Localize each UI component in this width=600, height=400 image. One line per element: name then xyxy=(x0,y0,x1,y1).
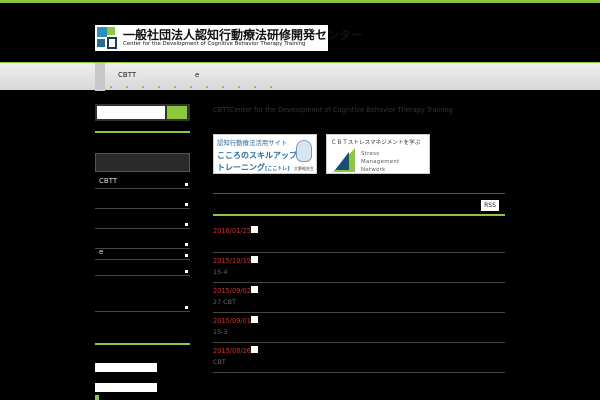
banner-word: Network xyxy=(361,167,386,173)
news-item[interactable]: 2015/09/01 15-3 xyxy=(213,315,505,343)
search-button[interactable] xyxy=(167,106,187,119)
news-item[interactable]: 2015/08/26 CBT xyxy=(213,345,505,373)
news-item[interactable]: 2015/10/19 15-4 xyxy=(213,255,505,283)
banner-word: Management xyxy=(361,159,400,165)
page-title: CBTTCenter for the Development of Cognit… xyxy=(213,106,453,114)
new-badge-icon xyxy=(251,256,258,263)
banner-word: Stress xyxy=(361,151,380,157)
banner-name: 大野裕先生 xyxy=(294,166,314,171)
news-date: 2015/09/01 xyxy=(213,317,252,325)
banner-title: ＣＢＴストレスマネジメントを学ぶ xyxy=(331,140,421,146)
logo-subtitle: Center for the Development of Cognitive … xyxy=(123,41,306,47)
news-text[interactable]: 27 CBT xyxy=(213,298,236,306)
logo-mark-icon xyxy=(97,27,117,49)
sidebar-item[interactable] xyxy=(95,262,190,276)
triangle-logo-icon xyxy=(335,152,349,170)
sidebar-item[interactable] xyxy=(95,195,190,209)
news-header: RSS xyxy=(213,193,505,216)
news-text[interactable]: 15-4 xyxy=(213,268,228,276)
sidebar-item-cbtt[interactable]: CBTT xyxy=(95,175,190,189)
sidebar-marker xyxy=(95,395,99,400)
nav-home-tab[interactable] xyxy=(95,63,105,91)
search-box xyxy=(95,104,190,121)
sidebar-banner[interactable] xyxy=(95,363,157,372)
news-date: 2015/09/02 xyxy=(213,287,252,295)
banner-line: こころのスキルアップ・ xyxy=(217,151,305,160)
sidebar-banner[interactable] xyxy=(95,383,157,392)
rss-button[interactable]: RSS xyxy=(481,200,499,211)
search-input[interactable] xyxy=(97,106,165,119)
new-badge-icon xyxy=(251,316,258,323)
sidebar-divider xyxy=(95,131,190,133)
portrait-icon xyxy=(296,140,312,162)
news-text[interactable]: 15-3 xyxy=(213,328,228,336)
news-item[interactable]: 2016/01/25 xyxy=(213,225,505,253)
kokotore-banner[interactable]: 認知行動療法活用サイト こころのスキルアップ・ トレーニング[ここトレ] 大野裕… xyxy=(213,134,317,174)
new-badge-icon xyxy=(251,346,258,353)
banner-line: 認知行動療法活用サイト xyxy=(217,139,288,147)
top-accent-bar xyxy=(0,0,600,3)
news-text[interactable]: CBT xyxy=(213,358,226,366)
site-logo[interactable]: 一般社団法人認知行動療法研修開発センター Center for the Deve… xyxy=(95,25,363,51)
banner-line: トレーニング[ここトレ] xyxy=(217,163,290,172)
sidebar-select[interactable] xyxy=(95,153,190,172)
nav-divider-dots xyxy=(110,86,350,89)
new-badge-icon xyxy=(251,226,258,233)
sidebar-item[interactable] xyxy=(95,215,190,229)
stress-management-banner[interactable]: ＣＢＴストレスマネジメントを学ぶ Stress Management Netwo… xyxy=(326,134,430,174)
sidebar-item[interactable] xyxy=(95,298,190,312)
news-date: 2015/10/19 xyxy=(213,257,252,265)
sidebar-item-e[interactable]: e xyxy=(95,246,190,260)
news-date: 2016/01/25 xyxy=(213,227,252,235)
global-nav: CBTT e xyxy=(0,62,600,91)
news-date: 2015/08/26 xyxy=(213,347,252,355)
new-badge-icon xyxy=(251,286,258,293)
sidebar-divider xyxy=(95,343,190,345)
news-item[interactable]: 2015/09/02 27 CBT xyxy=(213,285,505,313)
